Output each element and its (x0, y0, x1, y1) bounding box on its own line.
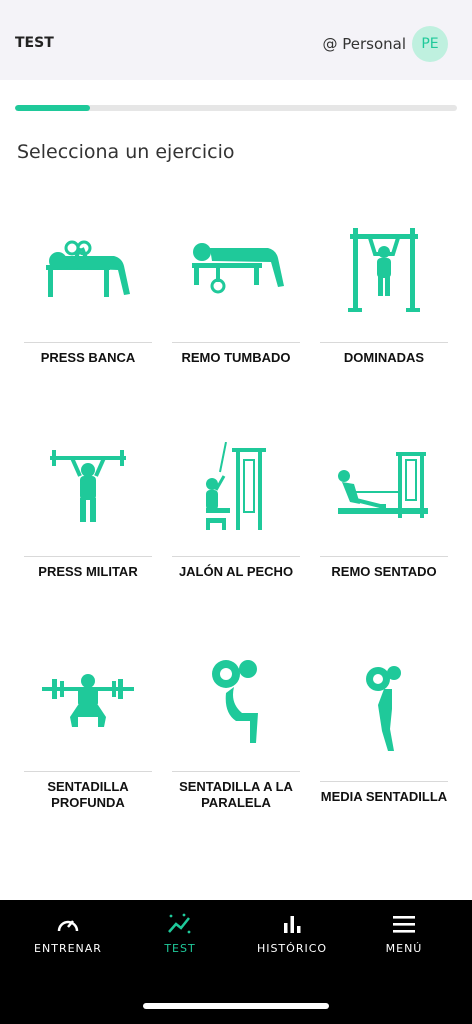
pull-up-icon (348, 228, 420, 312)
parallel-squat-icon (212, 660, 258, 743)
exercise-card-press-militar[interactable]: PRESS MILITAR (24, 442, 152, 580)
exercise-label[interactable]: JALÓN AL PECHO (172, 564, 300, 580)
exercise-grid: PRESS BANCA REMO TUMBADO DOMINADAS PRESS… (0, 0, 472, 900)
exercise-label[interactable]: PRESS MILITAR (24, 564, 152, 580)
card-divider (24, 771, 152, 772)
nav-item-test[interactable]: TEST (130, 912, 230, 955)
exercise-card-media-sentadilla[interactable]: MEDIA SENTADILLA (320, 657, 448, 805)
card-divider (24, 342, 152, 343)
exercise-card-remo-tumbado[interactable]: REMO TUMBADO (172, 228, 300, 366)
nav-label[interactable]: MENÚ (386, 942, 423, 955)
deep-squat-icon (42, 674, 134, 727)
home-indicator[interactable] (143, 1003, 329, 1009)
exercise-card-press-banca[interactable]: PRESS BANCA (24, 228, 152, 366)
exercise-card-sentadilla-profunda[interactable]: SENTADILLA PROFUNDA (24, 657, 152, 811)
exercise-label[interactable]: DOMINADAS (320, 350, 448, 366)
trend-chart-icon (168, 913, 191, 934)
card-divider (320, 781, 448, 782)
military-press-icon (50, 450, 126, 522)
lying-row-icon (192, 243, 284, 294)
lat-pulldown-icon (206, 442, 266, 530)
exercise-label[interactable]: PRESS BANCA (24, 350, 152, 366)
nav-item-entrenar[interactable]: ENTRENAR (18, 912, 118, 955)
card-divider (320, 342, 448, 343)
exercise-label[interactable]: SENTADILLA PROFUNDA (24, 779, 152, 811)
hamburger-menu-icon (393, 916, 415, 933)
bar-chart-icon (284, 916, 301, 933)
card-divider (24, 556, 152, 557)
card-divider (172, 771, 300, 772)
exercise-label[interactable]: REMO SENTADO (320, 564, 448, 580)
exercise-card-remo-sentado[interactable]: REMO SENTADO (320, 442, 448, 580)
exercise-card-dominadas[interactable]: DOMINADAS (320, 228, 448, 366)
card-divider (172, 556, 300, 557)
gauge-icon (57, 920, 79, 932)
nav-item-historico[interactable]: HISTÓRICO (242, 912, 342, 955)
exercise-label[interactable]: MEDIA SENTADILLA (320, 789, 448, 805)
nav-label[interactable]: TEST (164, 942, 195, 955)
bench-press-icon (46, 240, 130, 297)
nav-item-menu[interactable]: MENÚ (354, 912, 454, 955)
exercise-label[interactable]: SENTADILLA A LA PARALELA (172, 779, 300, 811)
nav-label[interactable]: HISTÓRICO (257, 942, 327, 955)
card-divider (172, 342, 300, 343)
card-divider (320, 556, 448, 557)
seated-row-icon (338, 452, 428, 518)
nav-label[interactable]: ENTRENAR (34, 942, 102, 955)
exercise-label[interactable]: REMO TUMBADO (172, 350, 300, 366)
half-squat-icon (366, 666, 401, 751)
exercise-card-sentadilla-a-la-paralela[interactable]: SENTADILLA A LA PARALELA (172, 657, 300, 811)
exercise-card-jalon-al-pecho[interactable]: JALÓN AL PECHO (172, 442, 300, 580)
